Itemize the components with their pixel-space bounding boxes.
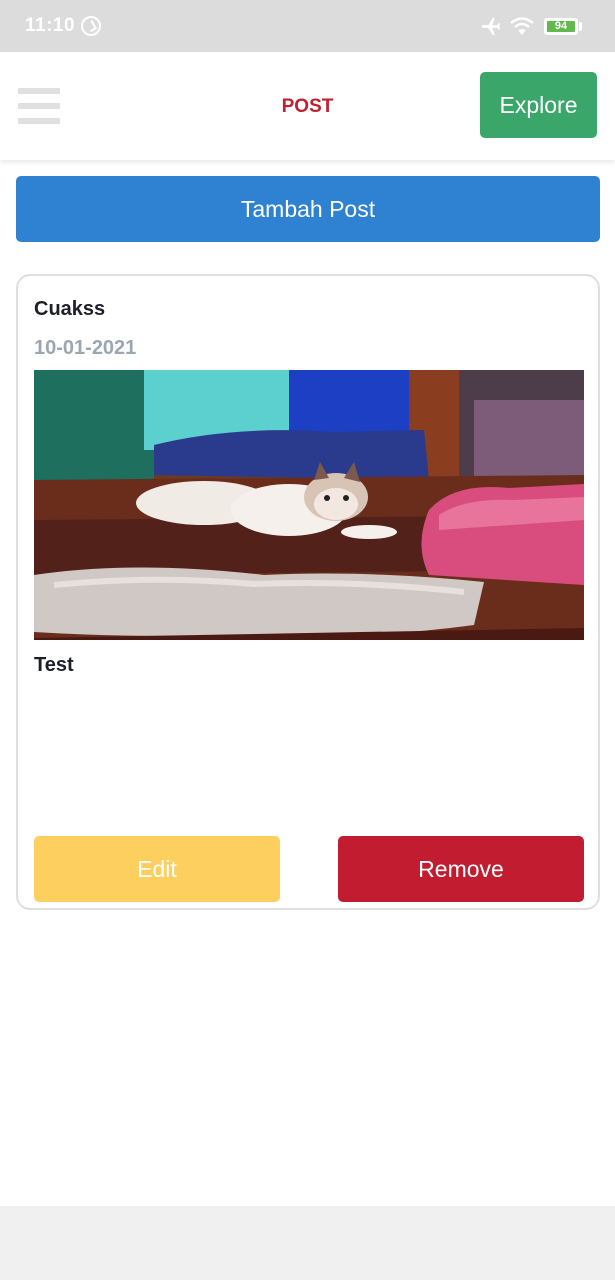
battery-percent: 94 xyxy=(554,20,568,32)
do-not-disturb-icon xyxy=(81,16,101,36)
remove-button[interactable]: Remove xyxy=(338,836,584,902)
app-header: POST Explore xyxy=(0,52,615,160)
status-bar: 11:10 94 xyxy=(0,0,615,52)
edit-button[interactable]: Edit xyxy=(34,836,280,902)
cat-photo xyxy=(34,370,584,640)
post-caption: Test xyxy=(34,654,74,676)
wifi-icon xyxy=(510,17,534,35)
add-post-button[interactable]: Tambah Post xyxy=(16,176,600,242)
battery-tip xyxy=(579,22,582,31)
navigation-bar xyxy=(0,1206,615,1280)
menu-line xyxy=(18,88,60,94)
explore-button[interactable]: Explore xyxy=(480,72,597,138)
post-author: Cuakss xyxy=(34,298,106,320)
post-date: 10-01-2021 xyxy=(34,337,137,359)
battery-icon: 94 xyxy=(544,18,578,35)
status-time: 11:10 xyxy=(25,15,76,36)
menu-line xyxy=(18,118,60,124)
post-card: Cuakss 10-01-2021 Test Edit Remove xyxy=(16,274,600,910)
post-image xyxy=(34,370,584,640)
airplane-icon xyxy=(481,17,501,36)
